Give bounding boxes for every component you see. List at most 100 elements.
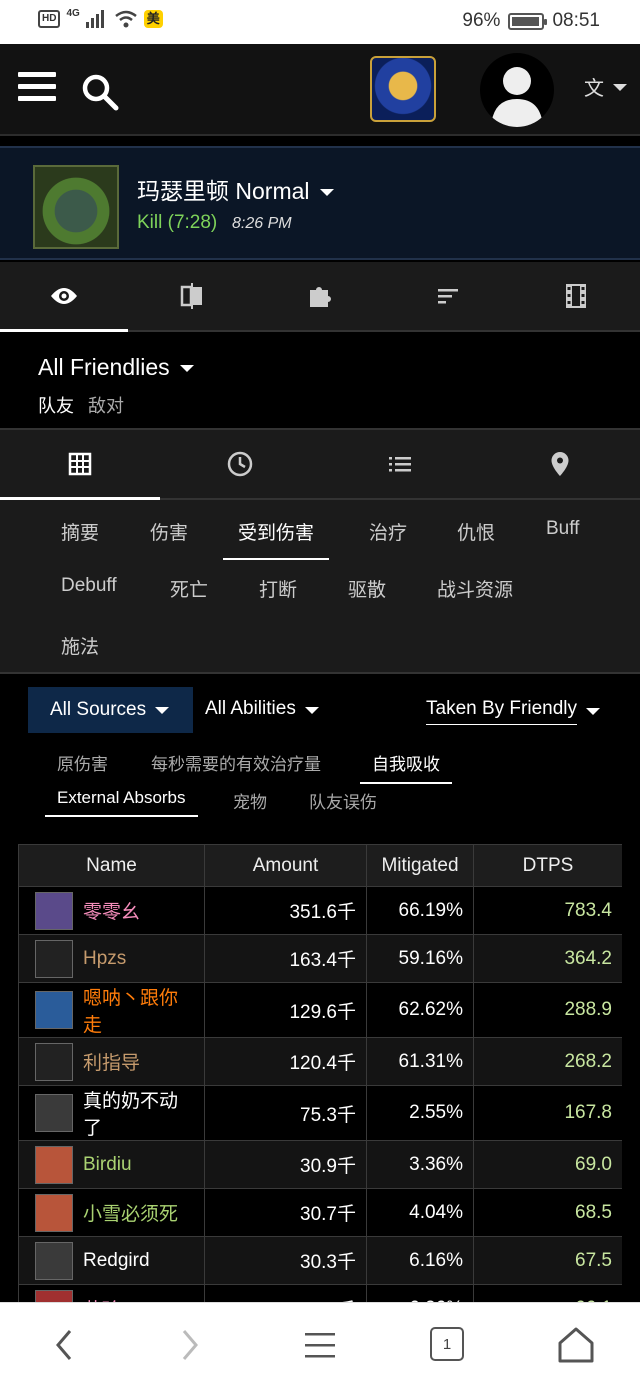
tab-compare[interactable]	[128, 262, 256, 330]
stat-tab-resources[interactable]: 战斗资源	[437, 575, 513, 602]
hamburger-menu-icon[interactable]	[18, 72, 56, 102]
tab-table[interactable]	[0, 430, 160, 500]
table-row[interactable]: 零零幺 351.6千 66.19% 783.4	[18, 886, 622, 935]
table-row[interactable]: Birdiu 30.9千 3.36% 69.0	[18, 1140, 622, 1189]
alliance-faction-icon[interactable]	[370, 56, 436, 122]
table-row[interactable]: 小雪必须死 30.7千 4.04% 68.5	[18, 1188, 622, 1237]
player-name-cell[interactable]: 零零幺	[18, 886, 205, 935]
player-name[interactable]: 真的奶不动了	[83, 1086, 194, 1140]
tab-timeline[interactable]	[160, 430, 320, 498]
stat-tab-buffs[interactable]: Buff	[546, 518, 579, 540]
player-name-cell[interactable]: 艾玲	[18, 1284, 205, 1302]
encounter-bar: 玛瑟里顿 Normal Kill (7:28) 8:26 PM	[0, 146, 640, 260]
player-name[interactable]: Redgird	[83, 1250, 150, 1272]
friendly-toggle[interactable]: 队友	[38, 392, 74, 418]
subtab-pets[interactable]: 宠物	[233, 788, 267, 813]
mitigated-cell: 6.16%	[366, 1236, 474, 1285]
panel-tabs	[0, 430, 640, 500]
amount-cell: 120.4千	[204, 1037, 367, 1086]
subtab-external-absorbs[interactable]: External Absorbs	[45, 788, 197, 817]
amount-cell: 30.9千	[204, 1140, 367, 1189]
stat-tab-threat[interactable]: 仇恨	[457, 518, 495, 545]
language-chevron-down-icon[interactable]	[613, 84, 627, 91]
mitigated-cell: 2.55%	[366, 1085, 474, 1141]
stat-tab-debuffs[interactable]: Debuff	[61, 575, 117, 597]
player-name[interactable]: Birdiu	[83, 1154, 132, 1176]
subtab-raw-damage[interactable]: 原伤害	[57, 750, 108, 775]
friendlies-section: All Friendlies 队友 敌对	[0, 334, 640, 426]
clock-icon	[227, 451, 253, 477]
player-name-cell[interactable]: 利指导	[18, 1037, 205, 1086]
stat-tab-damage-done[interactable]: 伤害	[150, 518, 188, 545]
sources-dropdown[interactable]: All Sources	[28, 687, 193, 733]
subtab-friendly-fire[interactable]: 队友误伤	[309, 788, 377, 813]
spec-icon	[35, 991, 73, 1029]
player-name[interactable]: 小雪必须死	[83, 1199, 178, 1226]
table-row[interactable]: 利指导 120.4千 61.31% 268.2	[18, 1037, 622, 1086]
stat-tab-dispels[interactable]: 驱散	[348, 575, 386, 602]
tab-replay[interactable]	[512, 262, 640, 330]
stat-tab-damage-taken[interactable]: 受到伤害	[222, 518, 330, 560]
subtab-effective-healing-needed[interactable]: 每秒需要的有效治疗量	[151, 750, 321, 775]
player-name[interactable]: 零零幺	[83, 897, 140, 924]
language-icon[interactable]: 文	[584, 72, 604, 101]
view-tabs	[0, 262, 640, 332]
location-icon	[551, 452, 569, 476]
subtab-self-absorbs[interactable]: 自我吸收	[360, 750, 452, 784]
player-name-cell[interactable]: 嗯呐丶跟你走	[18, 982, 205, 1038]
stat-tab-interrupts[interactable]: 打断	[259, 575, 297, 602]
column-header-mitigated[interactable]: Mitigated	[366, 844, 474, 887]
dtps-cell: 783.4	[473, 886, 622, 935]
friendlies-selector[interactable]: All Friendlies	[38, 354, 194, 381]
menu-icon[interactable]	[303, 1323, 337, 1367]
filters: All Sources All Abilities Taken By Frien…	[0, 676, 640, 836]
tab-overview[interactable]	[0, 262, 128, 332]
amount-cell: 30.3千	[204, 1236, 367, 1285]
hostile-toggle[interactable]: 敌对	[88, 392, 124, 418]
player-name[interactable]: Hpzs	[83, 948, 126, 970]
tab-sort[interactable]	[384, 262, 512, 330]
status-bar: HD 4G 美 96% 08:51	[0, 0, 640, 44]
column-header-name[interactable]: Name	[18, 844, 205, 887]
taken-by-dropdown[interactable]: Taken By Friendly	[426, 698, 578, 725]
stat-tab-summary[interactable]: 摘要	[61, 518, 99, 545]
abilities-dropdown[interactable]: All Abilities	[205, 698, 319, 720]
forward-icon[interactable]	[178, 1323, 202, 1367]
player-name-cell[interactable]: Redgird	[18, 1236, 205, 1285]
boss-name: 玛瑟里顿 Normal	[137, 178, 310, 204]
player-name-cell[interactable]: 真的奶不动了	[18, 1085, 205, 1141]
table-row[interactable]: Hpzs 163.4千 59.16% 364.2	[18, 934, 622, 983]
table-row[interactable]: 艾玲 29.7千6.26%66.1	[18, 1284, 622, 1302]
column-header-amount[interactable]: Amount	[204, 844, 367, 887]
amount-cell: 75.3千	[204, 1085, 367, 1141]
stat-tab-casts[interactable]: 施法	[61, 632, 99, 659]
search-icon[interactable]	[80, 72, 120, 112]
table-row[interactable]: 真的奶不动了 75.3千 2.55% 167.8	[18, 1085, 622, 1141]
player-name[interactable]: 艾玲	[83, 1295, 121, 1302]
tab-events[interactable]	[320, 430, 480, 498]
chevron-down-icon[interactable]	[586, 708, 600, 715]
mitigated-cell: 62.62%	[366, 982, 474, 1038]
home-icon[interactable]	[556, 1323, 596, 1367]
tab-components[interactable]	[256, 262, 384, 330]
player-name[interactable]: 嗯呐丶跟你走	[83, 983, 194, 1037]
boss-selector[interactable]: 玛瑟里顿 Normal	[137, 172, 334, 206]
player-name[interactable]: 利指导	[83, 1048, 140, 1075]
player-name-cell[interactable]: Hpzs	[18, 934, 205, 983]
tabs-button[interactable]: 1	[430, 1327, 464, 1361]
mitigated-cell: 6.26%	[366, 1284, 474, 1302]
player-name-cell[interactable]: Birdiu	[18, 1140, 205, 1189]
stat-tab-healing[interactable]: 治疗	[369, 518, 407, 545]
user-avatar[interactable]	[480, 53, 554, 127]
table-row[interactable]: Redgird 30.3千 6.16% 67.5	[18, 1236, 622, 1285]
stat-tab-deaths[interactable]: 死亡	[170, 575, 208, 602]
spec-icon	[35, 1241, 73, 1280]
spec-icon	[35, 939, 73, 978]
back-icon[interactable]	[52, 1323, 76, 1367]
player-name-cell[interactable]: 小雪必须死	[18, 1188, 205, 1237]
amount-cell: 129.6千	[204, 982, 367, 1038]
tab-map[interactable]	[480, 430, 640, 498]
sort-icon	[438, 289, 458, 304]
column-header-dtps[interactable]: DTPS	[473, 844, 622, 887]
table-row[interactable]: 嗯呐丶跟你走 129.6千 62.62% 288.9	[18, 982, 622, 1038]
